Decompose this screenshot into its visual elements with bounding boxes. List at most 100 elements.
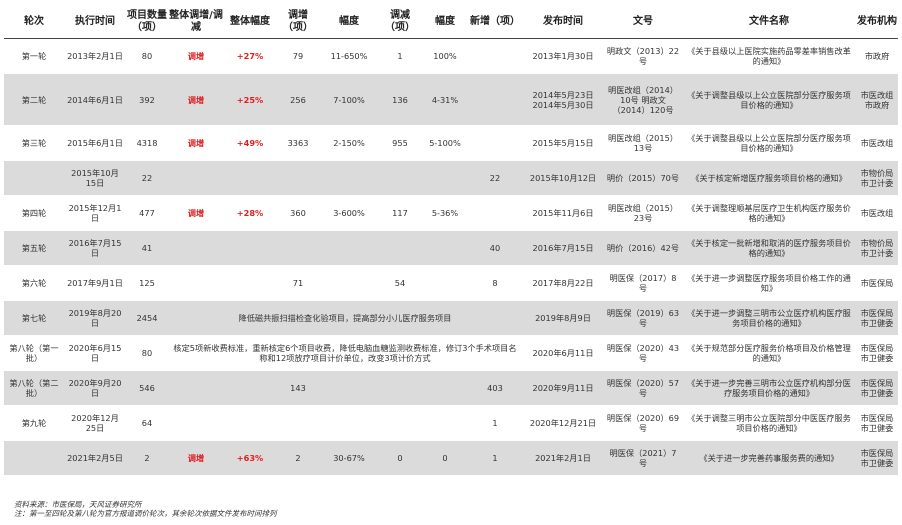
table-cell: 2014年6月1日 <box>64 73 126 126</box>
table-cell: 市物价局 市卫计委 <box>856 230 898 266</box>
table-cell <box>468 125 522 161</box>
table-cell: 30-67% <box>320 440 378 476</box>
table-cell: 调增 <box>168 195 224 231</box>
table-cell: 143 <box>276 370 320 406</box>
table-cell: 明价（2016）42号 <box>604 230 682 266</box>
table-row: 第九轮 2020年12月25日 64 1 2020年12月21日 明医保（2020）69号… <box>4 405 898 441</box>
table-cell: 2017年9月1日 <box>64 265 126 301</box>
table-row: 第七轮 2019年8月20日 2454 降低磁共振扫描检查化验项目，提高部分小儿医疗服… <box>4 300 898 336</box>
table-cell: 明医保（2017）8号 <box>604 265 682 301</box>
table-cell: 第一轮 <box>4 38 64 74</box>
table-cell: 《关于县级以上医院实施药品零差率销售改革的通知》 <box>682 38 856 74</box>
table-cell: 第六轮 <box>4 265 64 301</box>
table-cell: 54 <box>378 265 422 301</box>
source-note: 资料来源：市医保局，天风证券研究所 <box>14 500 142 509</box>
merged-note-cell: 降低磁共振扫描检查化验项目，提高部分小儿医疗服务项目 <box>168 300 522 336</box>
table-cell: 明医改组（2014）10号 明政文（2014）120号 <box>604 73 682 126</box>
table-cell: 2019年8月20日 <box>64 300 126 336</box>
table-cell <box>168 265 224 301</box>
table-cell: 1 <box>378 38 422 74</box>
table-cell: 明医改组（2015）23号 <box>604 195 682 231</box>
table-cell: 22 <box>468 160 522 196</box>
table-cell: 477 <box>126 195 168 231</box>
table-cell: 2021年2月1日 <box>522 440 604 476</box>
table-cell: 市政府 <box>856 38 898 74</box>
header-row: 轮次 执行时间 项目数量（项） 整体调增/调减 整体幅度 调增（项） 幅度 调减… <box>4 6 898 39</box>
table-cell: 明医保（2021）7号 <box>604 440 682 476</box>
table-cell: 40 <box>468 230 522 266</box>
table-cell: 市物价局 市卫计委 <box>856 160 898 196</box>
table-cell: 调增 <box>168 440 224 476</box>
table-cell: 5-100% <box>422 125 468 161</box>
table-cell <box>168 405 224 441</box>
table-cell: 第八轮（第一批） <box>4 335 64 371</box>
table-cell <box>320 405 378 441</box>
table-cell: +63% <box>224 440 276 476</box>
table-cell: 2020年9月11日 <box>522 370 604 406</box>
table-cell: 5-36% <box>422 195 468 231</box>
table-cell: 《关于进一步完善药事服务费的通知》 <box>682 440 856 476</box>
table-cell: 125 <box>126 265 168 301</box>
col-header: 调增（项） <box>276 6 320 39</box>
footnotes: 资料来源：市医保局，天风证券研究所 注：第一至四轮及第八轮为官方报道调价轮次，其… <box>14 500 277 518</box>
table-cell <box>276 230 320 266</box>
table-cell: 403 <box>468 370 522 406</box>
table-row: 第五轮 2016年7月15日 41 40 2016年7月15日 明价（2016）42号 《关… <box>4 230 898 266</box>
table-cell <box>276 405 320 441</box>
table-cell: 2 <box>126 440 168 476</box>
table-cell <box>168 370 224 406</box>
table-cell <box>224 370 276 406</box>
col-header: 文件名称 <box>682 6 856 39</box>
table-cell <box>320 160 378 196</box>
col-header: 整体幅度 <box>224 6 276 39</box>
table-row: 2021年2月5日 2 调增 +63% 2 30-67% 0 0 1 2021年2月1日 明医保（2… <box>4 440 898 476</box>
table-cell: 955 <box>378 125 422 161</box>
table-cell: 市医改组 <box>856 195 898 231</box>
table-cell: 调增 <box>168 73 224 126</box>
table-cell: 明医保（2020）57号 <box>604 370 682 406</box>
table-cell: 80 <box>126 335 168 371</box>
table-cell: 2013年2月1日 <box>64 38 126 74</box>
table-cell: 2015年10月15日 <box>64 160 126 196</box>
table-cell: 4318 <box>126 125 168 161</box>
table-cell <box>224 405 276 441</box>
table-cell <box>422 405 468 441</box>
table-cell: 2020年12月21日 <box>522 405 604 441</box>
table-cell <box>422 230 468 266</box>
col-header: 项目数量（项） <box>126 6 168 39</box>
table-cell <box>468 195 522 231</box>
table-cell <box>4 160 64 196</box>
col-header: 幅度 <box>320 6 378 39</box>
table-cell <box>168 160 224 196</box>
table-cell: 明医保（2020）69号 <box>604 405 682 441</box>
table-cell: 市医改组 市政府 <box>856 73 898 126</box>
table-cell: 第七轮 <box>4 300 64 336</box>
table-cell: 市医保局 市卫健委 <box>856 370 898 406</box>
col-header: 整体调增/调减 <box>168 6 224 39</box>
table-cell: 《关于进一步调整三明市公立医疗机构医疗服务项目价格的通知》 <box>682 300 856 336</box>
table-cell: 市医保局 市卫健委 <box>856 440 898 476</box>
table-cell: 明政文（2013）22号 <box>604 38 682 74</box>
col-header: 文号 <box>604 6 682 39</box>
table-cell: 2013年1月30日 <box>522 38 604 74</box>
table-cell: 8 <box>468 265 522 301</box>
table-row: 第一轮 2013年2月1日 80 调增 +27% 79 11-650% 1 100% 2013年1… <box>4 38 898 74</box>
table-cell: 360 <box>276 195 320 231</box>
table-cell: 2020年12月25日 <box>64 405 126 441</box>
table-cell <box>422 370 468 406</box>
remark-note: 注：第一至四轮及第八轮为官方报道调价轮次，其余轮次依据文件发布时间排列 <box>14 509 277 518</box>
table-cell <box>224 160 276 196</box>
table-cell: 100% <box>422 38 468 74</box>
table-cell: 2-150% <box>320 125 378 161</box>
price-adjustment-table: 轮次 执行时间 项目数量（项） 整体调增/调减 整体幅度 调增（项） 幅度 调减… <box>4 6 898 476</box>
col-header: 执行时间 <box>64 6 126 39</box>
table-cell: 2020年9月20日 <box>64 370 126 406</box>
table-cell: 《关于调整理顺基层医疗卫生机构医疗服务价格的通知》 <box>682 195 856 231</box>
table-cell: 2015年11月6日 <box>522 195 604 231</box>
table-cell <box>378 370 422 406</box>
table-cell: 80 <box>126 38 168 74</box>
table-cell: 调增 <box>168 125 224 161</box>
table-cell: +25% <box>224 73 276 126</box>
table-cell: 第九轮 <box>4 405 64 441</box>
table-cell: 2015年6月1日 <box>64 125 126 161</box>
